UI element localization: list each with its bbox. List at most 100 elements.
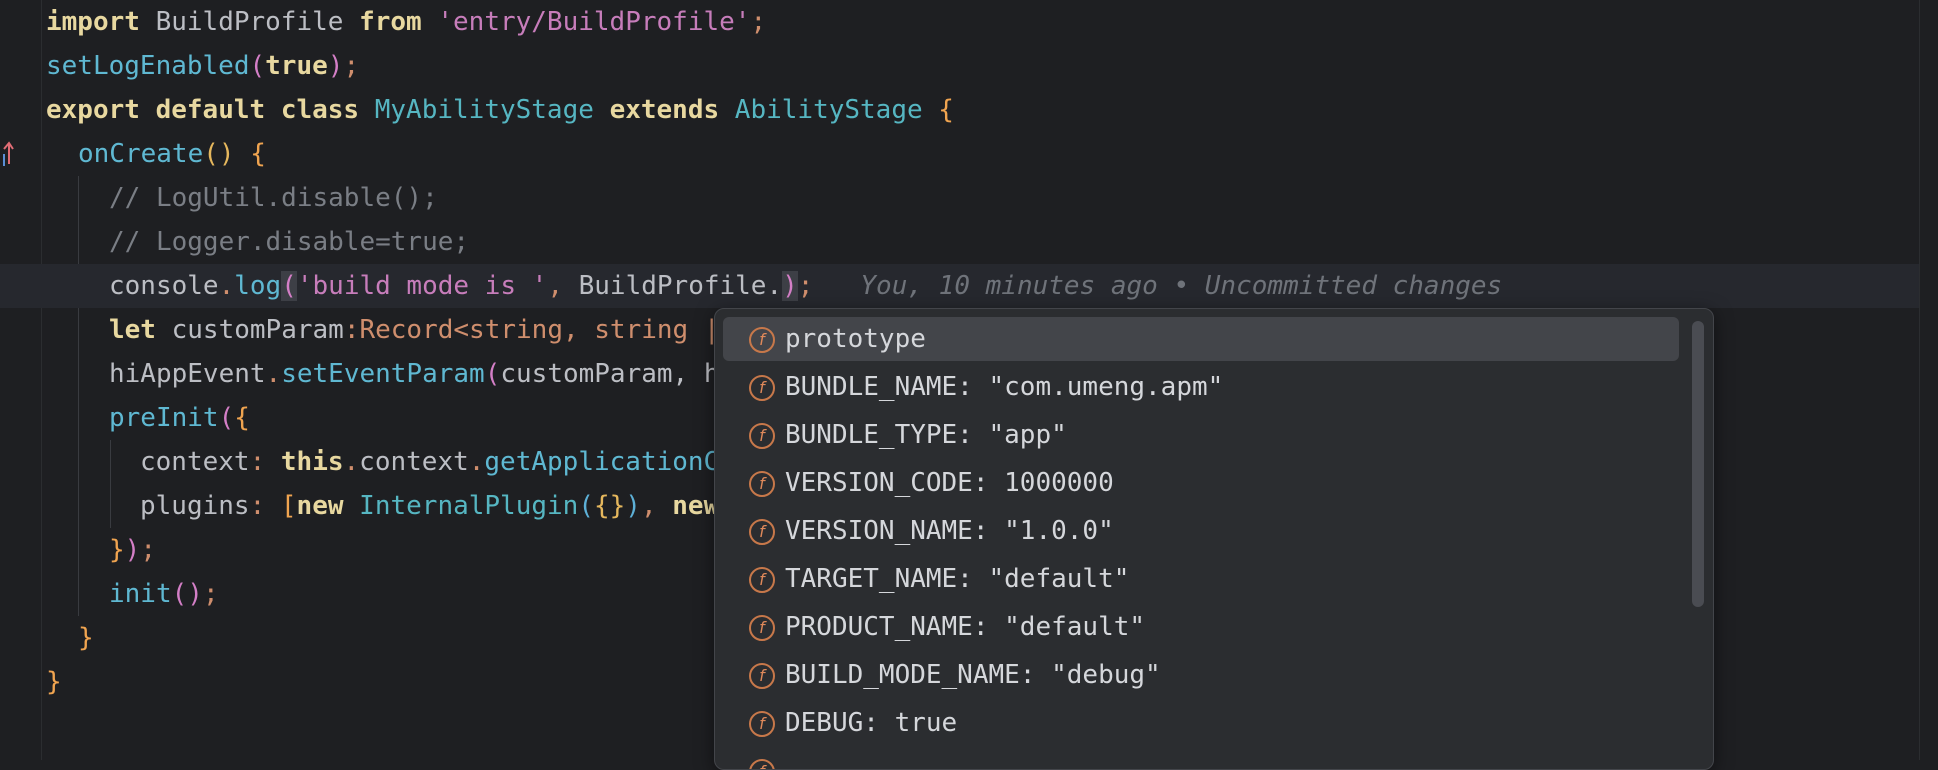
bracket: [ xyxy=(280,491,297,521)
function-call: init xyxy=(109,579,172,609)
field-icon: f xyxy=(749,567,775,593)
code-line-16[interactable]: } xyxy=(46,660,62,704)
completion-item-bundle-name[interactable]: f BUNDLE_NAME: "com.umeng.apm" xyxy=(723,365,1679,409)
identifier: customParam xyxy=(171,315,344,345)
field-icon: f xyxy=(749,519,775,545)
punctuation: ; xyxy=(750,7,767,37)
completion-item-label: prototype xyxy=(785,324,926,354)
identifier: , h xyxy=(672,359,720,389)
keyword: class xyxy=(280,95,360,125)
field-icon: f xyxy=(749,423,775,449)
string-literal: 'entry/BuildProfile' xyxy=(437,7,751,37)
code-line-2[interactable]: setLogEnabled(true); xyxy=(46,44,359,88)
paren: () xyxy=(171,579,203,609)
punctuation: ; xyxy=(797,271,814,301)
completion-item-bundle-type[interactable]: f BUNDLE_TYPE: "app" xyxy=(723,413,1679,457)
punctuation: < xyxy=(453,315,470,345)
keyword: default xyxy=(155,95,266,125)
property-key: plugins xyxy=(140,491,250,521)
paren: ( xyxy=(281,271,297,301)
override-gutter-icon[interactable] xyxy=(0,138,14,168)
type-name: Record xyxy=(359,315,454,345)
brace: } xyxy=(109,535,125,565)
completion-item-version-name[interactable]: f VERSION_NAME: "1.0.0" xyxy=(723,509,1679,553)
keyword: from xyxy=(359,7,422,37)
completion-item-label: DEBUG: true xyxy=(785,708,958,738)
code-line-8[interactable]: let customParam:Record<string, string | xyxy=(109,308,720,352)
punctuation: ; xyxy=(140,535,156,565)
class-name: AbilityStage xyxy=(734,95,923,125)
code-completion-popup[interactable]: f prototype f BUNDLE_NAME: "com.umeng.ap… xyxy=(714,308,1714,770)
keyword: true xyxy=(265,51,328,81)
punctuation: ; xyxy=(202,579,219,609)
code-line-12[interactable]: plugins: [new InternalPlugin({}), new xyxy=(140,484,719,528)
comment: // Logger.disable=true; xyxy=(109,227,470,257)
identifier: hiAppEvent xyxy=(109,359,266,389)
field-icon: f xyxy=(749,615,775,641)
identifier: BuildProfile xyxy=(155,7,344,37)
brace: { xyxy=(250,139,266,169)
paren: ) xyxy=(124,535,141,565)
paren: ( xyxy=(218,403,235,433)
paren: ( xyxy=(249,51,266,81)
paren: ) xyxy=(782,271,798,301)
punctuation: . xyxy=(218,271,235,301)
code-line-13[interactable]: }); xyxy=(109,528,156,572)
punctuation: . xyxy=(343,447,360,477)
completion-item-build-mode-name[interactable]: f BUILD_MODE_NAME: "debug" xyxy=(723,653,1679,697)
paren: () xyxy=(203,139,235,169)
code-line-9[interactable]: hiAppEvent.setEventParam(customParam, h xyxy=(109,352,720,396)
code-line-10[interactable]: preInit({ xyxy=(109,396,250,440)
field-icon: f xyxy=(749,663,775,689)
completion-item-label: BUILD_MODE_NAME: "debug" xyxy=(785,660,1161,690)
method-name: onCreate xyxy=(78,139,204,169)
code-line-5[interactable]: // LogUtil.disable(); xyxy=(109,176,438,220)
identifier: BuildProfile. xyxy=(578,271,783,301)
identifier: customParam xyxy=(500,359,673,389)
field-icon: f xyxy=(749,375,775,401)
brace: { xyxy=(938,95,954,125)
paren: ( xyxy=(484,359,501,389)
git-blame-annotation: You, 10 minutes ago • Uncommitted change… xyxy=(860,271,1503,301)
brace: { xyxy=(234,403,250,433)
code-line-11[interactable]: context: this.context.getApplicationC xyxy=(140,440,719,484)
code-line-3[interactable]: export default class MyAbilityStage exte… xyxy=(46,88,954,132)
completion-item-label: PRODUCT_NAME: "default" xyxy=(785,612,1146,642)
completion-item-version-code[interactable]: f VERSION_CODE: 1000000 xyxy=(723,461,1679,505)
code-line-14[interactable]: init(); xyxy=(109,572,219,616)
completion-item-target-name[interactable]: f TARGET_NAME: "default" xyxy=(723,557,1679,601)
punctuation: : xyxy=(249,447,281,477)
punctuation: , xyxy=(547,271,579,301)
code-line-4[interactable]: onCreate() { xyxy=(78,132,266,176)
property-key: context xyxy=(140,447,250,477)
code-line-15[interactable]: } xyxy=(78,616,94,660)
code-line-6[interactable]: // Logger.disable=true; xyxy=(109,220,469,264)
paren: ( xyxy=(578,491,594,521)
brace: } xyxy=(78,623,94,653)
identifier: console xyxy=(109,271,219,301)
indent-guide xyxy=(110,440,111,528)
paren: ) xyxy=(327,51,344,81)
keyword: extends xyxy=(609,95,720,125)
completion-item-label: BUNDLE_TYPE: "app" xyxy=(785,420,1067,450)
keyword: import xyxy=(46,7,140,37)
punctuation: . xyxy=(265,359,282,389)
code-line-7[interactable]: console.log('build mode is ', BuildProfi… xyxy=(109,264,1502,308)
type-name: string xyxy=(469,315,563,345)
popup-scrollbar[interactable] xyxy=(1692,321,1704,607)
code-line-1[interactable]: import BuildProfile from 'entry/BuildPro… xyxy=(46,0,766,44)
keyword: this xyxy=(280,447,344,477)
function-call: setLogEnabled xyxy=(46,51,250,81)
completion-item-prototype[interactable]: f prototype xyxy=(723,317,1679,361)
completion-item-debug[interactable]: f DEBUG: true xyxy=(723,701,1679,745)
brace: } xyxy=(46,667,62,697)
keyword: new xyxy=(296,491,344,521)
punctuation: : xyxy=(343,315,360,345)
keyword: new xyxy=(672,491,720,521)
field-icon: f xyxy=(749,759,775,769)
keyword: let xyxy=(109,315,156,345)
punctuation: ; xyxy=(343,51,360,81)
class-name: InternalPlugin xyxy=(359,491,579,521)
completion-item-product-name[interactable]: f PRODUCT_NAME: "default" xyxy=(723,605,1679,649)
paren: ) xyxy=(625,491,641,521)
